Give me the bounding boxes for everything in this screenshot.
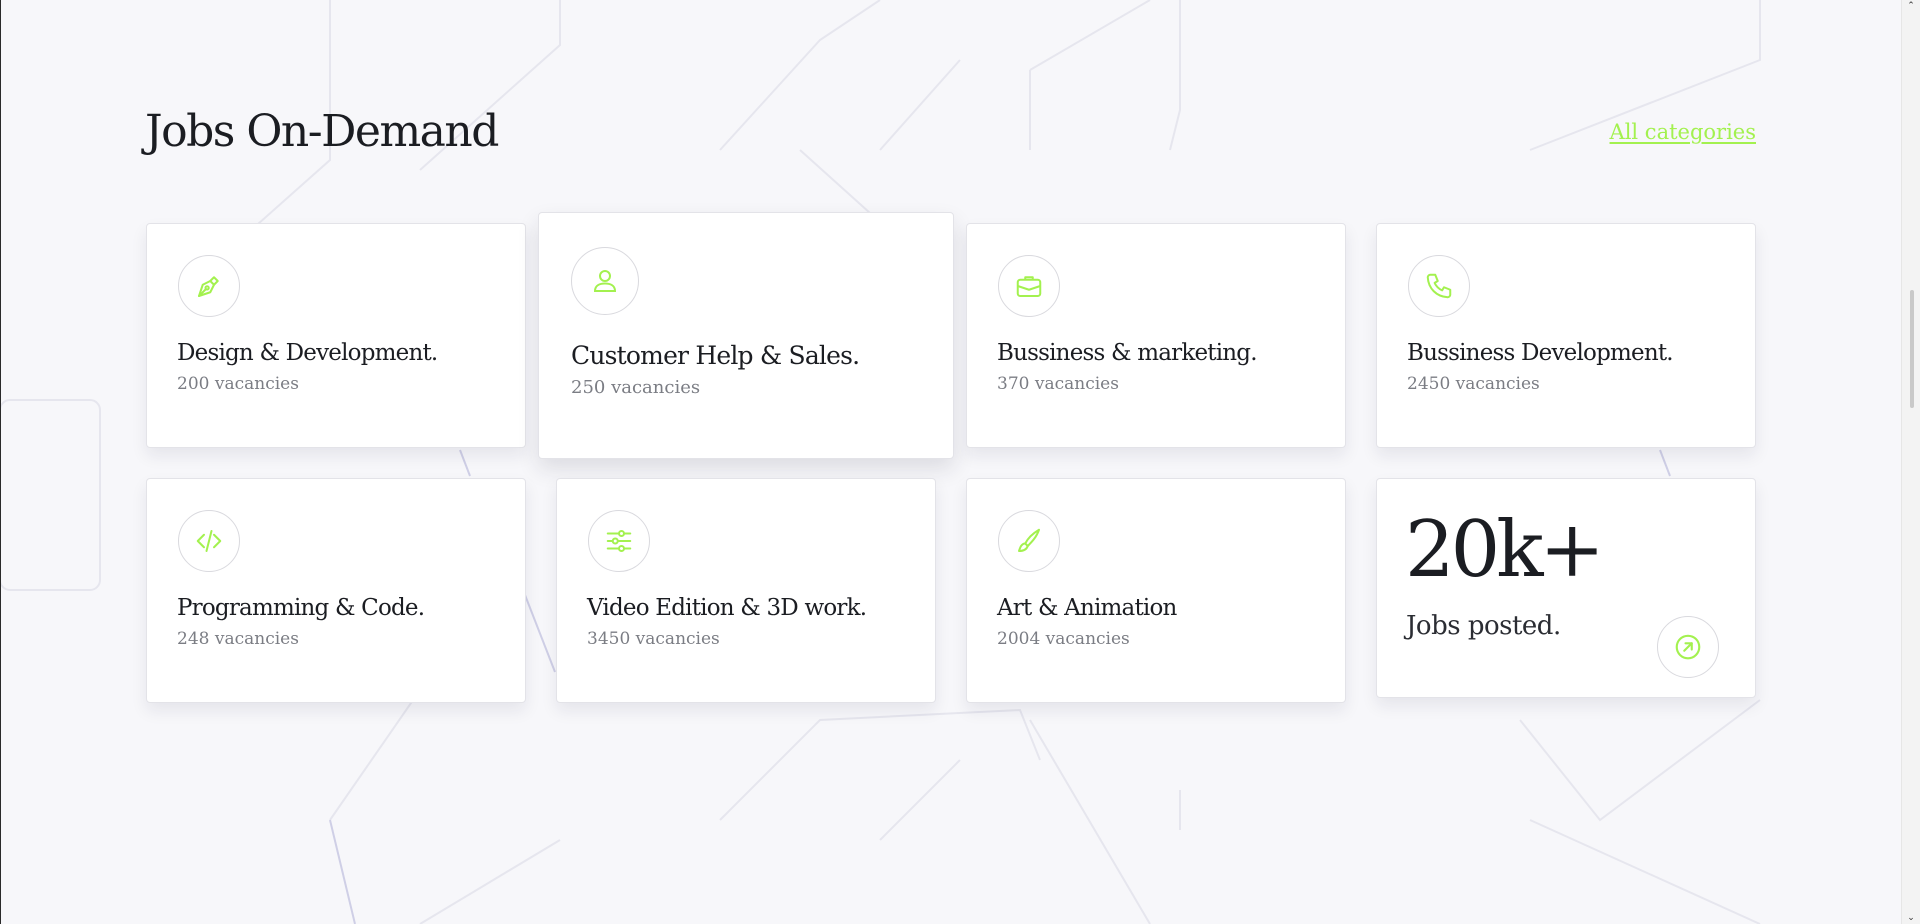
category-title: Art & Animation <box>997 595 1177 621</box>
category-card-video-3d[interactable]: Video Edition & 3D work. 3450 vacancies <box>556 478 936 703</box>
category-card-business-marketing[interactable]: Bussiness & marketing. 370 vacancies <box>966 223 1346 448</box>
window-edge <box>0 0 1 924</box>
jobs-posted-count: 20k+ <box>1405 505 1605 595</box>
category-title: Video Edition & 3D work. <box>587 595 867 621</box>
scrollbar-thumb[interactable] <box>1910 290 1914 408</box>
category-title: Programming & Code. <box>177 595 425 621</box>
scroll-down-arrow-icon[interactable]: ⌄ <box>1906 913 1916 923</box>
category-vacancies: 200 vacancies <box>177 374 299 394</box>
category-vacancies: 370 vacancies <box>997 374 1119 394</box>
scroll-up-arrow-icon[interactable]: ⌃ <box>1906 1 1916 11</box>
arrow-up-right-circle-icon[interactable] <box>1657 616 1719 678</box>
category-vacancies: 248 vacancies <box>177 629 299 649</box>
category-card-programming[interactable]: Programming & Code. 248 vacancies <box>146 478 526 703</box>
jobs-posted-label: Jobs posted. <box>1406 611 1561 641</box>
category-title: Bussiness & marketing. <box>997 340 1258 366</box>
jobs-posted-card[interactable]: 20k+ Jobs posted. <box>1376 478 1756 698</box>
pen-tool-icon <box>178 255 240 317</box>
all-categories-link[interactable]: All categories <box>1610 120 1756 144</box>
category-vacancies: 250 vacancies <box>571 377 701 398</box>
brush-icon <box>998 510 1060 572</box>
category-card-art-animation[interactable]: Art & Animation 2004 vacancies <box>966 478 1346 703</box>
category-vacancies: 2004 vacancies <box>997 629 1130 649</box>
section-title: Jobs On-Demand <box>145 106 499 157</box>
category-vacancies: 2450 vacancies <box>1407 374 1540 394</box>
category-title: Bussiness Development. <box>1407 340 1674 366</box>
category-title: Customer Help & Sales. <box>571 341 860 370</box>
category-title: Design & Development. <box>177 340 438 366</box>
category-card-design[interactable]: Design & Development. 200 vacancies <box>146 223 526 448</box>
page: Jobs On-Demand All categories Design & D… <box>0 0 1920 924</box>
category-card-business-development[interactable]: Bussiness Development. 2450 vacancies <box>1376 223 1756 448</box>
briefcase-icon <box>998 255 1060 317</box>
user-icon <box>571 247 639 315</box>
code-icon <box>178 510 240 572</box>
phone-icon <box>1408 255 1470 317</box>
scrollbar[interactable]: ⌃ ⌄ <box>1901 0 1920 924</box>
sliders-icon <box>588 510 650 572</box>
category-card-customer-help[interactable]: Customer Help & Sales. 250 vacancies <box>538 212 954 459</box>
category-vacancies: 3450 vacancies <box>587 629 720 649</box>
